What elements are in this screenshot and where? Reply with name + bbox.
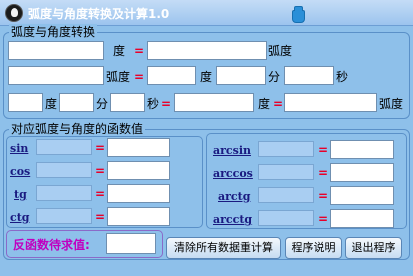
equals-sign: =	[134, 70, 145, 84]
exit-button[interactable]: 退出程序	[345, 237, 402, 259]
close-icon[interactable]	[290, 5, 305, 23]
equals-sign: =	[161, 97, 172, 111]
arctg-value-field[interactable]	[258, 187, 314, 203]
radian-unit-label: 弧度	[106, 70, 131, 84]
degree-input[interactable]	[8, 41, 104, 60]
dms-minute-input[interactable]	[59, 93, 94, 112]
arcsin-value-field[interactable]	[258, 141, 314, 157]
arccos-label[interactable]: arccos	[213, 166, 253, 182]
radian-input[interactable]	[8, 66, 104, 85]
ctg-result-field[interactable]	[107, 207, 170, 226]
second-result-field[interactable]	[284, 66, 334, 85]
minute-unit-label: 分	[96, 97, 109, 111]
second-unit-label: 秒	[147, 97, 160, 111]
arccos-result-field[interactable]	[330, 163, 394, 182]
arctg-result-field[interactable]	[330, 186, 394, 205]
tg-angle-field[interactable]	[36, 185, 92, 201]
degree-unit-label: 度	[258, 97, 271, 111]
app-logo-icon	[5, 4, 23, 22]
help-button[interactable]: 程序说明	[285, 237, 342, 259]
second-unit-label: 秒	[336, 70, 349, 84]
radian-result-field[interactable]	[147, 41, 267, 60]
arcctg-result-field[interactable]	[330, 209, 394, 228]
equals-sign: =	[318, 166, 329, 180]
degree-result-field[interactable]	[147, 66, 196, 85]
arcsin-label[interactable]: arcsin	[213, 143, 251, 159]
tg-result-field[interactable]	[107, 184, 170, 203]
arcctg-value-field[interactable]	[258, 210, 314, 226]
equals-sign: =	[95, 187, 106, 201]
minute-result-field[interactable]	[216, 66, 266, 85]
equals-sign: =	[318, 189, 329, 203]
dms-degree-input[interactable]	[8, 93, 43, 112]
minute-unit-label: 分	[268, 70, 281, 84]
cos-result-field[interactable]	[107, 161, 170, 180]
ctg-angle-field[interactable]	[36, 208, 92, 224]
window-title: 弧度与角度转换及计算1.0	[28, 7, 170, 21]
inverse-value-label: 反函数待求值:	[13, 238, 90, 252]
arcsin-result-field[interactable]	[330, 140, 394, 159]
equals-sign: =	[134, 44, 145, 58]
degree-unit-label: 度	[45, 97, 58, 111]
sin-result-field[interactable]	[107, 138, 170, 157]
tg-label[interactable]: tg	[14, 187, 27, 203]
arccos-value-field[interactable]	[258, 164, 314, 180]
inverse-value-input[interactable]	[106, 233, 156, 254]
equals-sign: =	[95, 164, 106, 178]
function-values-legend: 对应弧度与角度的函数值	[9, 121, 146, 137]
sin-label[interactable]: sin	[10, 141, 28, 157]
radian-unit-label: 弧度	[268, 44, 293, 58]
degree-unit-label: 度	[200, 70, 213, 84]
cos-angle-field[interactable]	[36, 162, 92, 178]
equals-sign: =	[95, 141, 106, 155]
equals-sign: =	[273, 97, 284, 111]
equals-sign: =	[95, 210, 106, 224]
radian-unit-label: 弧度	[379, 97, 404, 111]
arctg-label[interactable]: arctg	[218, 189, 250, 205]
ctg-label[interactable]: ctg	[10, 210, 29, 226]
equals-sign: =	[318, 143, 329, 157]
clear-recalculate-button[interactable]: 清除所有数据重计算	[166, 237, 281, 259]
dms-second-input[interactable]	[110, 93, 145, 112]
decimal-degree-result-field[interactable]	[174, 93, 254, 112]
sin-angle-field[interactable]	[36, 139, 92, 155]
degree-unit-label: 度	[113, 44, 126, 58]
cos-label[interactable]: cos	[10, 164, 30, 180]
arcctg-label[interactable]: arcctg	[213, 212, 252, 228]
radian-result-field[interactable]	[284, 93, 377, 112]
conversion-legend: 弧度与角度转换	[9, 24, 98, 40]
equals-sign: =	[318, 212, 329, 226]
